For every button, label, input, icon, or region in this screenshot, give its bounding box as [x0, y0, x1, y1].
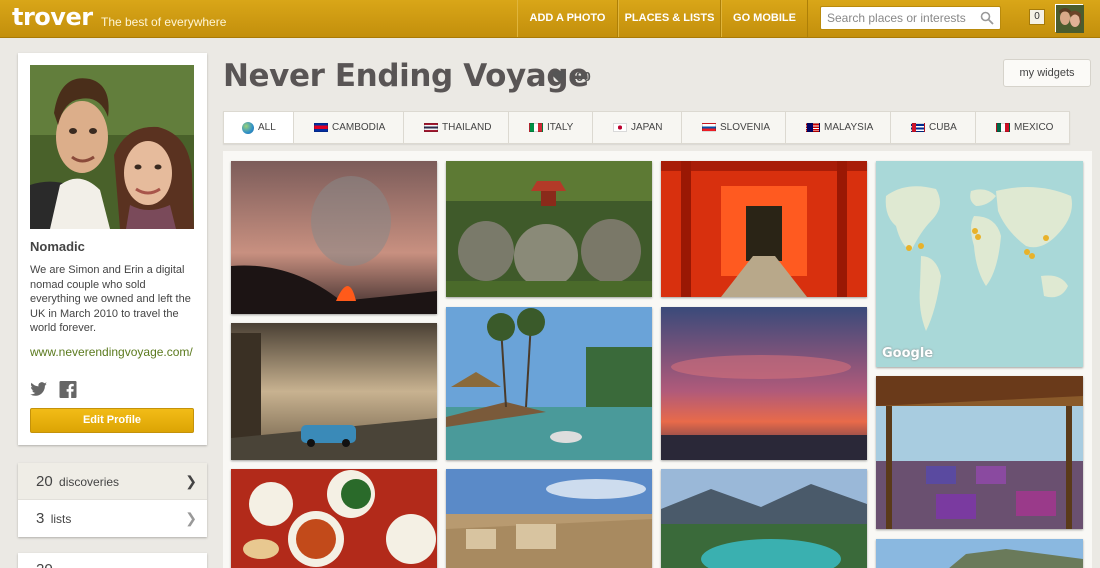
tab-label: THAILAND: [442, 122, 492, 133]
stat-count: 20: [36, 561, 53, 568]
discoveries-link[interactable]: 20 discoveries ❯: [18, 463, 207, 500]
search-input[interactable]: [827, 7, 977, 29]
facebook-icon[interactable]: [59, 381, 77, 398]
notification-count[interactable]: 0: [1029, 9, 1045, 25]
photo-coastline[interactable]: [876, 539, 1083, 568]
profile-bio: We are Simon and Erin a digital nomad co…: [30, 264, 191, 335]
discoveries-count: 20: [36, 473, 53, 490]
photo-matera-town[interactable]: [446, 469, 652, 568]
tab-italy[interactable]: ITALY: [509, 112, 593, 143]
chevron-right-icon: ❯: [185, 473, 197, 489]
likes-number: 190: [569, 69, 591, 84]
tagline: The best of everywhere: [101, 15, 227, 29]
tab-label: CAMBODIA: [332, 122, 386, 133]
tab-japan[interactable]: JAPAN: [593, 112, 682, 143]
globe-icon: [242, 122, 254, 134]
tab-cuba[interactable]: CUBA: [891, 112, 976, 143]
profile-card: Nomadic We are Simon and Erin a digital …: [18, 53, 207, 445]
photo-stone-statues[interactable]: [446, 161, 652, 297]
mexico-flag-icon: [996, 123, 1010, 132]
stats-card-2[interactable]: 20: [18, 553, 207, 568]
add-photo-link[interactable]: ADD A PHOTO: [517, 0, 618, 37]
profile-website-link[interactable]: www.neverendingvoyage.com/: [30, 345, 200, 360]
places-lists-link[interactable]: PLACES & LISTS: [618, 0, 721, 37]
tab-label: SLOVENIA: [720, 122, 771, 133]
tab-thailand[interactable]: THAILAND: [404, 112, 509, 143]
tab-label: JAPAN: [631, 122, 663, 133]
chevron-right-icon: ❯: [185, 510, 197, 526]
edit-profile-button[interactable]: Edit Profile: [30, 408, 194, 433]
slovenia-flag-icon: [702, 123, 716, 132]
photo-havana-malecon[interactable]: [231, 323, 437, 460]
thailand-flag-icon: [424, 123, 438, 132]
photo-sunset-sky[interactable]: [661, 307, 867, 460]
stats-card: 20 discoveries ❯ 3 lists ❯: [18, 463, 207, 537]
tab-label: MEXICO: [1014, 122, 1054, 133]
tab-label: MALAYSIA: [824, 122, 874, 133]
avatar-image: [1056, 5, 1084, 33]
likes-count[interactable]: 190: [552, 69, 591, 84]
discoveries-label: discoveries: [59, 475, 120, 489]
photo-yoga-deck[interactable]: [876, 376, 1083, 529]
photo-torii-gates[interactable]: [661, 161, 867, 297]
profile-name: Nomadic: [30, 239, 85, 254]
search-icon[interactable]: [980, 11, 994, 25]
tab-slovenia[interactable]: SLOVENIA: [682, 112, 786, 143]
profile-photo: [30, 65, 194, 229]
lists-label: lists: [50, 512, 72, 526]
tab-malaysia[interactable]: MALAYSIA: [786, 112, 891, 143]
tab-label: ITALY: [547, 122, 574, 133]
my-widgets-button[interactable]: my widgets: [1003, 59, 1091, 87]
cambodia-flag-icon: [314, 123, 328, 132]
go-mobile-link[interactable]: GO MOBILE: [721, 0, 808, 37]
tab-cambodia[interactable]: CAMBODIA: [294, 112, 404, 143]
lists-count: 3: [36, 510, 45, 527]
country-tab-bar: ALL CAMBODIA THAILAND ITALY JAPAN SLOVEN…: [223, 111, 1070, 144]
user-avatar[interactable]: [1055, 4, 1084, 33]
lists-link[interactable]: 3 lists ❯: [18, 500, 207, 537]
malaysia-flag-icon: [806, 123, 820, 132]
heart-icon: [552, 70, 566, 82]
tab-label: CUBA: [929, 122, 957, 133]
top-bar: trover The best of everywhere ADD A PHOT…: [0, 0, 1100, 38]
page-title: Never Ending Voyage: [223, 58, 589, 94]
search-box: [820, 6, 1001, 30]
photo-food-table[interactable]: [231, 469, 437, 568]
japan-flag-icon: [613, 123, 627, 132]
tab-label: ALL: [258, 122, 276, 133]
trover-logo[interactable]: trover: [12, 3, 93, 31]
tab-all[interactable]: ALL: [224, 112, 294, 143]
map-attribution: Google: [882, 346, 934, 361]
italy-flag-icon: [529, 123, 543, 132]
twitter-icon[interactable]: [30, 381, 48, 398]
world-map[interactable]: Google: [876, 161, 1083, 367]
cuba-flag-icon: [911, 123, 925, 132]
tab-mexico[interactable]: MEXICO: [976, 112, 1069, 143]
photo-volcano[interactable]: [231, 161, 437, 314]
photo-lake-bled[interactable]: [661, 469, 867, 568]
photo-infinity-pool[interactable]: [446, 307, 652, 460]
